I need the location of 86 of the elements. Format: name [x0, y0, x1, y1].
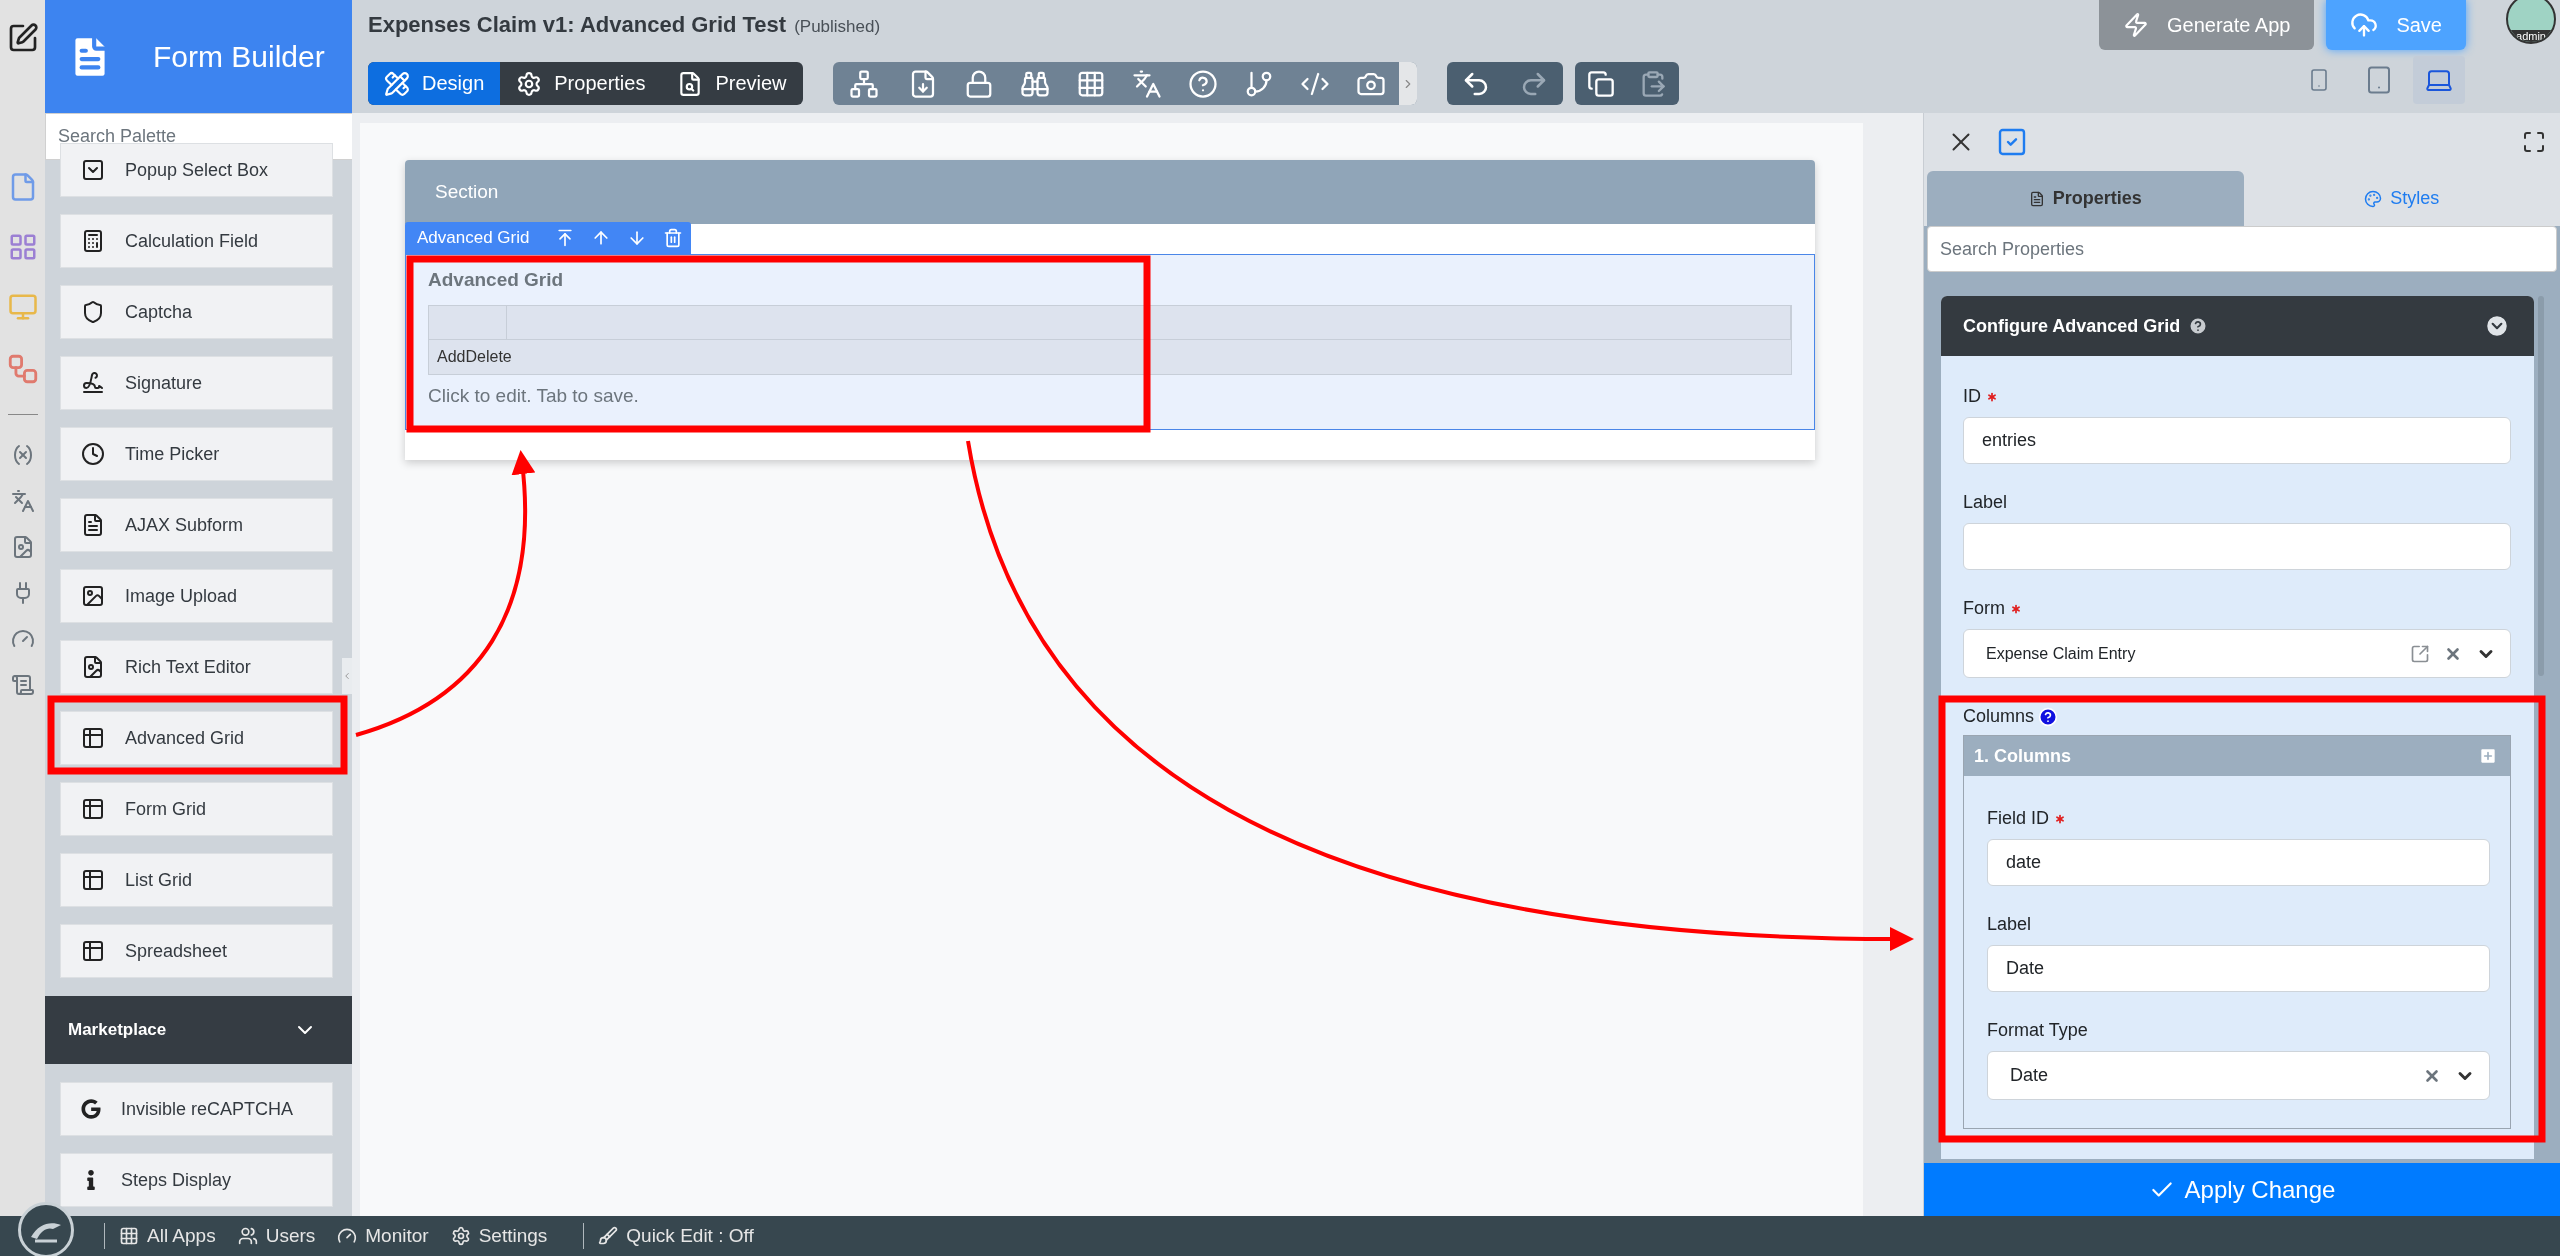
input-field[interactable]: entries [1963, 417, 2511, 464]
palette-item[interactable]: Rich Text Editor [60, 640, 333, 694]
select-field[interactable]: Date [1987, 1051, 2490, 1100]
palette-item[interactable]: Calculation Field [60, 214, 333, 268]
palette-item[interactable]: Time Picker [60, 427, 333, 481]
field-label: Field ID [1987, 808, 2049, 829]
card-header[interactable]: Configure Advanced Grid [1941, 296, 2534, 356]
palette-item[interactable]: Invisible reCAPTCHA [60, 1082, 333, 1136]
palette-item[interactable]: Captcha [60, 285, 333, 339]
app-title: Form Builder [153, 39, 325, 74]
edit-hint: Click to edit. Tab to save. [428, 385, 640, 407]
table-icon [81, 726, 105, 750]
gauge-icon [337, 1226, 358, 1246]
gear-icon [516, 70, 543, 97]
quick-edit-toggle[interactable]: Quick Edit : Off [598, 1225, 754, 1247]
brush-icon [598, 1226, 619, 1246]
grid-element[interactable]: Advanced Grid AddDelete Click to edit. Tab to save. [405, 254, 1815, 430]
field-label: Form [1963, 598, 2005, 619]
more-icon[interactable] [1398, 62, 1417, 105]
mode-tab[interactable]: Design [368, 62, 501, 105]
shield-icon [81, 300, 105, 324]
field-label: Label [1987, 914, 2032, 935]
collapse-handle[interactable] [342, 658, 352, 694]
translate-icon[interactable] [10, 489, 35, 513]
palette-item[interactable]: AJAX Subform [60, 498, 333, 552]
field-label: Label [1963, 492, 2008, 513]
nav-link[interactable]: All Apps [119, 1225, 216, 1247]
section-header: Section [405, 160, 1815, 224]
marketplace-header[interactable]: Marketplace [45, 996, 352, 1064]
nav-link[interactable]: Settings [450, 1225, 548, 1247]
palette-item[interactable]: Form Grid [60, 782, 333, 836]
image-icon [81, 584, 105, 608]
checkbox-icon[interactable] [1996, 126, 2028, 158]
calculator-icon [81, 229, 105, 253]
google-icon [81, 1099, 101, 1119]
panel-tab[interactable]: Properties [1927, 171, 2244, 226]
input-field[interactable]: Date [1987, 945, 2490, 992]
gears-icon [450, 1226, 471, 1246]
input-field[interactable] [1963, 523, 2511, 570]
field-label: Columns [1963, 706, 2035, 727]
mode-tab[interactable]: Properties [500, 62, 662, 105]
palette-item[interactable]: Image Upload [60, 569, 333, 623]
select-field[interactable]: Expense Claim Entry [1963, 629, 2511, 678]
chevron-down-icon[interactable] [2484, 313, 2510, 339]
mode-tab[interactable]: Preview [661, 62, 803, 105]
users-icon [237, 1226, 258, 1246]
grid-actions: AddDelete [436, 347, 513, 367]
palette-item[interactable]: Spreadsheet [60, 924, 333, 978]
clock-icon [81, 442, 105, 466]
image-file-icon [81, 655, 105, 679]
help-icon[interactable] [2188, 316, 2209, 336]
element-label: Advanced Grid [417, 228, 530, 248]
field-label: ID [1963, 386, 1981, 407]
search-field[interactable]: Search Properties [1927, 226, 2557, 272]
palette-item[interactable]: Signature [60, 356, 333, 410]
palette-item[interactable]: List Grid [60, 853, 333, 907]
document-icon [81, 513, 105, 537]
group-title: 1. Columns [1974, 745, 2071, 767]
pencil-ruler-icon [384, 70, 410, 97]
table-icon [81, 797, 105, 821]
external-link-icon[interactable] [2410, 643, 2430, 664]
field-label: Format Type [1987, 1020, 2088, 1041]
lightning-icon [2122, 12, 2149, 38]
palette-item[interactable]: Steps Display [60, 1153, 333, 1207]
card-title: Configure Advanced Grid [1963, 315, 2181, 337]
input-field[interactable]: date [1987, 839, 2490, 886]
table-icon [81, 939, 105, 963]
document-icon [2028, 190, 2045, 207]
apps-icon [119, 1226, 139, 1246]
fullscreen-icon[interactable] [2522, 130, 2546, 154]
nav-link[interactable]: Monitor [337, 1225, 429, 1247]
logo-icon[interactable] [18, 1202, 74, 1256]
scroll-icon[interactable] [10, 673, 35, 697]
nav-link[interactable]: Users [237, 1225, 316, 1247]
palette-icon [2364, 189, 2383, 208]
form-title: Expenses Claim v1: Advanced Grid Test [368, 12, 787, 38]
dropdown-icon [81, 158, 105, 182]
laptop-icon[interactable] [2413, 56, 2465, 104]
table-icon [81, 868, 105, 892]
form-status: (Published) [794, 17, 881, 37]
palette-item[interactable]: Advanced Grid [60, 711, 333, 765]
grid-title: Advanced Grid [428, 269, 565, 291]
signature-icon [81, 371, 105, 395]
add-icon[interactable] [2478, 746, 2498, 766]
apply-change-button[interactable]: Apply Change [1924, 1163, 2560, 1216]
cloud-upload-icon [2350, 11, 2379, 39]
